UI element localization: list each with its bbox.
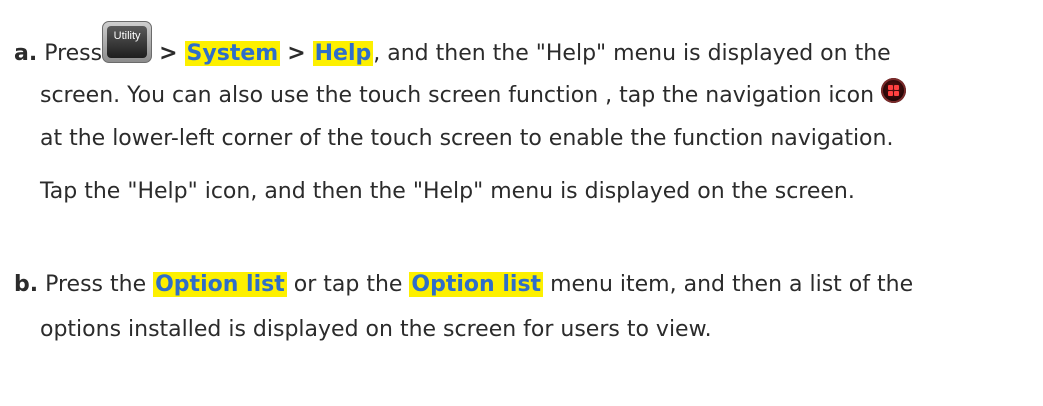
- navigation-icon: [881, 77, 907, 103]
- menu-separator: >: [287, 41, 306, 66]
- step-a-line-1: a. Press Utility > System > Help, and the…: [14, 21, 891, 66]
- step-a-text-3: at the lower-left corner of the touch sc…: [40, 126, 894, 151]
- step-b-part-1: Press the: [45, 272, 147, 297]
- utility-key-label: Utility: [107, 26, 148, 58]
- step-a-line-4: Tap the "Help" icon, and then the "Help"…: [40, 177, 855, 207]
- step-b-line-2: options installed is displayed on the sc…: [40, 315, 712, 345]
- menu-separator: >: [159, 41, 178, 66]
- option-list-label: Option list: [153, 272, 287, 297]
- step-a-marker: a.: [14, 41, 38, 66]
- step-b-part-2: or tap the: [293, 272, 403, 297]
- step-a-line-2: screen. You can also use the touch scree…: [40, 77, 907, 111]
- help-instructions: a. Press Utility > System > Help, and the…: [0, 0, 1043, 406]
- step-b-text-2: options installed is displayed on the sc…: [40, 317, 712, 342]
- step-a-line-3: at the lower-left corner of the touch sc…: [40, 124, 893, 154]
- utility-key-icon: Utility: [102, 21, 153, 63]
- help-menu-label: Help: [312, 41, 374, 66]
- step-b-part-3: menu item, and then a list of the: [550, 272, 914, 297]
- option-list-label: Option list: [409, 272, 544, 297]
- step-a-text-4: Tap the "Help" icon, and then the "Help"…: [40, 179, 855, 204]
- step-a-rest: , and then the "Help" menu is displayed …: [373, 41, 891, 66]
- press-text: Press: [44, 41, 103, 66]
- system-menu-label: System: [184, 41, 281, 66]
- step-b-marker: b.: [14, 272, 39, 297]
- step-a-text-2: screen. You can also use the touch scree…: [40, 83, 875, 108]
- step-b-line-1: b. Press the Option list or tap the Opti…: [14, 270, 913, 300]
